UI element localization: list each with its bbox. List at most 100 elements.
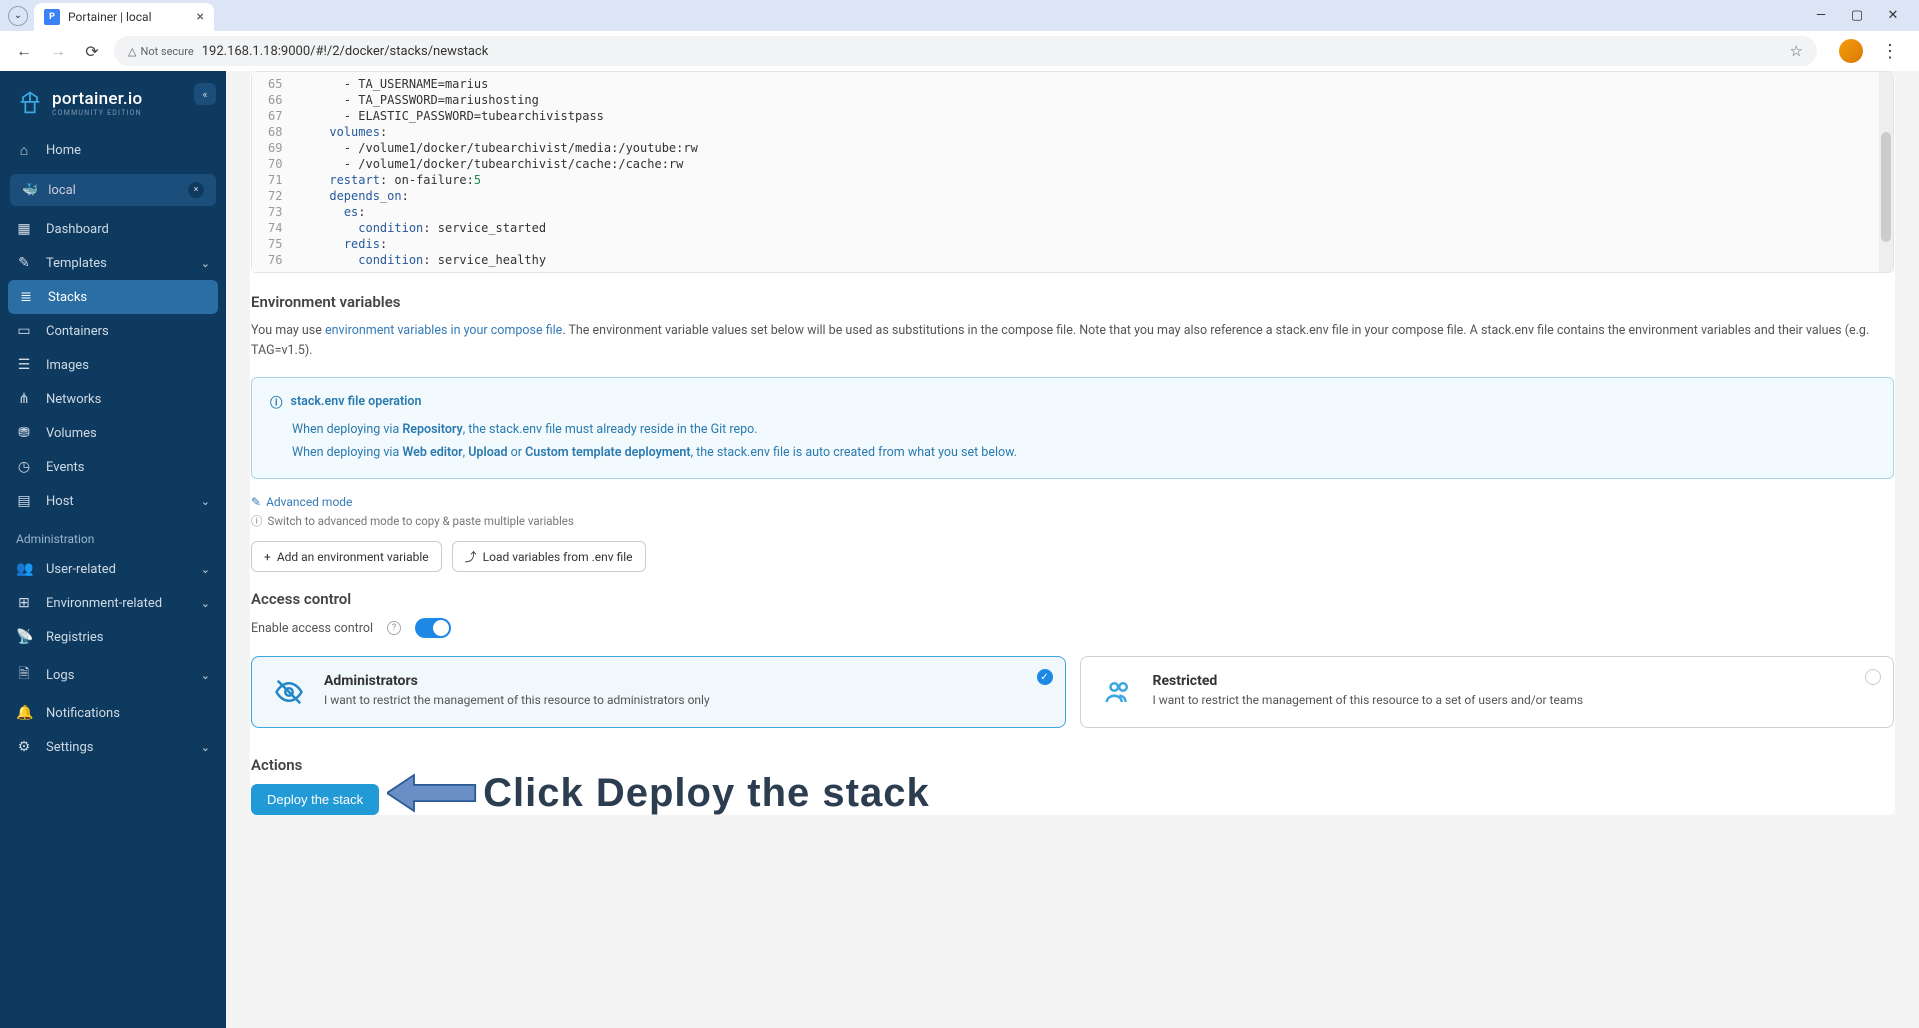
forward-button[interactable]: → (46, 39, 70, 63)
card-title: Administrators (324, 673, 1047, 689)
access-admin-card[interactable]: Administrators I want to restrict the ma… (251, 656, 1066, 728)
sidebar-item-label: Networks (46, 392, 101, 407)
sidebar-item-volumes[interactable]: ⛃ Volumes (0, 416, 226, 450)
browser-menu-icon[interactable]: ⋮ (1873, 41, 1907, 62)
sidebar-item-host[interactable]: ▤Host⌄ (0, 484, 226, 518)
sidebar-item-home[interactable]: ⌂ Home (0, 133, 226, 168)
chevron-down-icon: ⌄ (201, 669, 210, 682)
advanced-mode-hint: ⓘ Switch to advanced mode to copy & past… (251, 513, 1894, 529)
sidebar-item-containers[interactable]: ▭Containers (0, 314, 226, 348)
card-title: Restricted (1153, 673, 1876, 689)
info-icon: ⓘ (251, 513, 263, 529)
editor-scrollbar[interactable] (1879, 72, 1893, 272)
chevron-down-icon: ⌄ (201, 257, 210, 270)
sidebar-item-label: Containers (46, 324, 109, 339)
upload-icon: ⤴ (465, 548, 477, 565)
edit-icon: ✎ (251, 495, 261, 509)
sidebar-item-dashboard[interactable]: ▦ Dashboard (0, 212, 226, 246)
enable-access-label: Enable access control (251, 621, 373, 636)
help-icon[interactable]: ? (387, 621, 401, 635)
tab-favicon-icon: P (44, 9, 60, 25)
browser-toolbar: ← → ⟳ △ Not secure 192.168.1.18:9000/#!/… (0, 31, 1919, 71)
users-group-icon (1099, 673, 1137, 711)
bell-icon: 🔔 (16, 705, 32, 721)
sidebar-item-logs[interactable]: 🗎Logs⌄ (0, 654, 226, 696)
sidebar-collapse-button[interactable]: « (194, 83, 216, 105)
sidebar-item-user-related[interactable]: 👥User-related⌄ (0, 552, 226, 586)
logs-icon: 🗎 (16, 663, 32, 687)
browser-tab[interactable]: P Portainer | local × (34, 3, 214, 31)
sidebar-item-networks[interactable]: ⋔ Networks (0, 382, 226, 416)
browser-tabstrip: ⌄ P Portainer | local × — ▢ ✕ (0, 0, 1919, 31)
sidebar-section-admin: Administration (0, 518, 226, 552)
security-badge[interactable]: △ Not secure (128, 45, 194, 58)
environment-icon: ⊞ (16, 595, 32, 611)
sidebar-item-events[interactable]: ◷ Events (0, 450, 226, 484)
sidebar-item-templates[interactable]: ✎Templates⌄ (0, 246, 226, 280)
card-selected-icon: ✓ (1037, 669, 1053, 685)
maximize-button[interactable]: ▢ (1847, 8, 1867, 23)
env-vars-doc-link[interactable]: environment variables in your compose fi… (325, 323, 562, 338)
environment-name: local (48, 183, 76, 198)
actions-title: Actions (251, 756, 1894, 774)
sidebar-item-label: Notifications (46, 706, 120, 721)
sidebar-item-label: Events (46, 460, 84, 475)
registries-icon: 📡 (16, 629, 32, 645)
main-content: 656667686970717273747576 - TA_USERNAME=m… (226, 71, 1919, 1028)
env-description: You may use environment variables in you… (251, 321, 1894, 361)
window-controls: — ▢ ✕ (1811, 8, 1911, 23)
tab-title: Portainer | local (68, 10, 189, 24)
environment-selector[interactable]: 🐳 local × (10, 174, 216, 206)
chevron-down-icon: ⌄ (201, 597, 210, 610)
sidebar-item-settings[interactable]: ⚙Settings⌄ (0, 730, 226, 764)
sidebar-item-environment-related[interactable]: ⊞Environment-related⌄ (0, 586, 226, 620)
sidebar-item-notifications[interactable]: 🔔 Notifications (0, 696, 226, 730)
sidebar-item-label: Registries (46, 630, 104, 645)
editor-scroll-thumb[interactable] (1881, 132, 1891, 242)
bookmark-icon[interactable]: ☆ (1790, 42, 1803, 60)
sidebar-item-label: Images (46, 358, 89, 373)
editor-code[interactable]: - TA_USERNAME=marius - TA_PASSWORD=mariu… (292, 72, 705, 272)
card-subtitle: I want to restrict the management of thi… (324, 693, 1047, 707)
load-env-file-button[interactable]: ⤴ Load variables from .env file (452, 541, 646, 572)
images-icon: ☰ (16, 357, 32, 373)
card-subtitle: I want to restrict the management of thi… (1153, 693, 1876, 707)
volumes-icon: ⛃ (16, 425, 32, 441)
sidebar-item-label: Settings (46, 740, 93, 755)
close-window-button[interactable]: ✕ (1883, 8, 1903, 23)
access-title: Access control (251, 590, 1894, 608)
add-env-var-button[interactable]: + Add an environment variable (251, 541, 442, 572)
sidebar-item-images[interactable]: ☰ Images (0, 348, 226, 382)
environment-close-icon[interactable]: × (188, 182, 204, 198)
enable-access-toggle[interactable] (415, 618, 451, 638)
sidebar-item-label: Volumes (46, 426, 97, 441)
back-button[interactable]: ← (12, 39, 36, 63)
tab-close-icon[interactable]: × (197, 9, 204, 25)
security-label: Not secure (140, 45, 193, 58)
access-restricted-card[interactable]: Restricted I want to restrict the manage… (1080, 656, 1895, 728)
tab-search-dropdown[interactable]: ⌄ (8, 6, 28, 26)
chevron-down-icon: ⌄ (201, 563, 210, 576)
sidebar-item-label: Stacks (48, 290, 87, 305)
sidebar-item-stacks[interactable]: ≣Stacks (8, 280, 218, 314)
sidebar-item-registries[interactable]: 📡 Registries (0, 620, 226, 654)
deploy-stack-button[interactable]: Deploy the stack (251, 784, 379, 815)
dashboard-icon: ▦ (16, 221, 32, 237)
advanced-mode-link[interactable]: ✎ Advanced mode (251, 495, 1894, 509)
networks-icon: ⋔ (16, 391, 32, 407)
sidebar-item-label: Dashboard (46, 222, 109, 237)
logo[interactable]: portainer.io COMMUNITY EDITION (0, 71, 226, 133)
env-title: Environment variables (251, 293, 1894, 311)
host-icon: ▤ (16, 493, 32, 509)
minimize-button[interactable]: — (1811, 8, 1831, 23)
logo-subtitle: COMMUNITY EDITION (52, 109, 143, 117)
profile-avatar[interactable] (1839, 39, 1863, 63)
sidebar-item-label: Host (46, 494, 74, 509)
address-bar[interactable]: △ Not secure 192.168.1.18:9000/#!/2/dock… (114, 36, 1817, 66)
url-text: 192.168.1.18:9000/#!/2/docker/stacks/new… (202, 44, 489, 59)
editor-gutter: 656667686970717273747576 (252, 72, 292, 272)
sidebar-item-label: User-related (46, 562, 116, 577)
events-icon: ◷ (16, 459, 32, 475)
reload-button[interactable]: ⟳ (80, 39, 104, 63)
compose-editor[interactable]: 656667686970717273747576 - TA_USERNAME=m… (251, 71, 1894, 273)
